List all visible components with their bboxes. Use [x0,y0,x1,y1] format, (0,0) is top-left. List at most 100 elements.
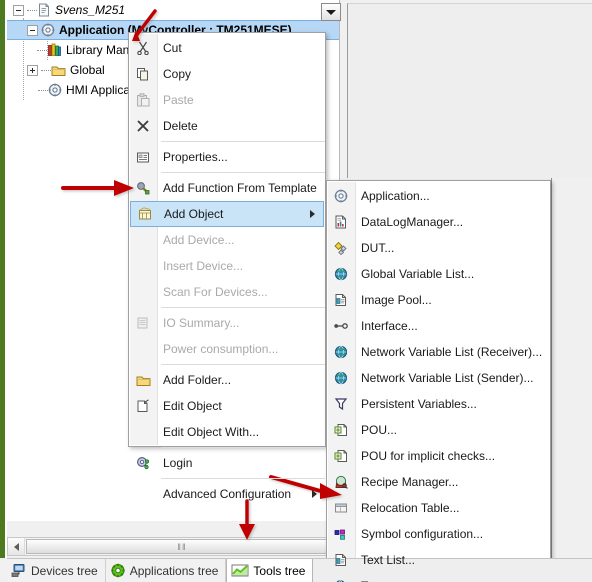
submenu-item-pou-implicit-checks[interactable]: POU for implicit checks... [327,443,550,469]
pou-icon [332,421,350,439]
expander-plus-icon[interactable] [27,64,38,76]
menu-separator [161,307,325,308]
submenu-arrow-icon [310,210,315,218]
submenu-item-global-variable-list-label: Global Variable List... [361,267,475,281]
tab-applications-tree[interactable]: Applications tree [105,559,227,582]
trace-icon [332,577,350,582]
relocation-icon [332,499,350,517]
menu-separator [161,141,325,142]
library-manager-icon [47,43,62,57]
globe-icon [332,369,350,387]
submenu-item-datalogmanager[interactable]: DataLogManager... [327,209,550,235]
io-summary-icon [134,314,152,332]
submenu-item-application[interactable]: Application... [327,183,550,209]
symbol-config-icon [332,525,350,543]
folder-icon [134,371,152,389]
menu-item-insert-device: Insert Device... [129,253,325,279]
background-editor-pane [347,3,592,178]
scroll-thumb[interactable]: ‖‖ [26,539,338,554]
persistent-icon [332,395,350,413]
submenu-item-network-variable-list-receiver-label: Network Variable List (Receiver)... [361,345,543,359]
tree-item-global-label: Global [70,63,105,77]
tree-connector [27,9,37,11]
menu-separator [161,364,325,365]
project-icon [37,3,51,17]
menu-separator [161,478,325,479]
menu-item-add-folder-label: Add Folder... [163,373,232,387]
menu-item-advanced-configuration[interactable]: Advanced Configuration [129,481,325,507]
submenu-item-dut-label: DUT... [361,241,395,255]
menu-item-delete-label: Delete [163,119,198,133]
menu-item-edit-object[interactable]: Edit Object [129,393,325,419]
interface-icon [332,317,350,335]
copy-icon [134,65,152,83]
edit-object-icon [134,397,152,415]
submenu-item-interface-label: Interface... [361,319,418,333]
tab-devices-tree[interactable]: Devices tree [7,559,106,582]
menu-item-delete[interactable]: Delete [129,113,325,139]
tree-view-dropdown-button[interactable] [321,3,341,21]
menu-item-io-summary-label: IO Summary... [163,316,240,330]
menu-item-edit-object-with[interactable]: Edit Object With... [129,419,325,445]
submenu-item-pou[interactable]: POU... [327,417,550,443]
submenu-item-relocation-table[interactable]: Relocation Table... [327,495,550,521]
application-context-menu[interactable]: Cut Copy Paste Delete Properties... Add … [128,32,326,501]
tree-connector [41,69,51,71]
menu-item-add-folder[interactable]: Add Folder... [129,367,325,393]
menu-item-paste-label: Paste [163,93,194,107]
submenu-item-trace[interactable]: Trace... [327,573,550,582]
text-list-icon [332,551,350,569]
pou-icon [332,447,350,465]
applications-tree-icon [110,563,126,578]
scroll-left-button[interactable] [8,538,25,555]
menu-item-add-device: Add Device... [129,227,325,253]
menu-item-login[interactable]: Login [129,450,325,476]
menu-item-copy-label: Copy [163,67,192,81]
menu-item-edit-object-label: Edit Object [163,399,222,413]
menu-item-add-object[interactable]: Add Object [130,201,324,227]
menu-item-scan-for-devices: Scan For Devices... [129,279,325,305]
submenu-item-recipe-manager[interactable]: Recipe Manager... [327,469,550,495]
application-icon [48,83,62,97]
devices-tree-icon [11,563,27,578]
submenu-item-image-pool[interactable]: Image Pool... [327,287,550,313]
tab-tools-tree[interactable]: Tools tree [226,559,314,582]
menu-item-scan-for-devices-label: Scan For Devices... [163,285,268,299]
submenu-item-global-variable-list[interactable]: Global Variable List... [327,261,550,287]
submenu-item-persistent-variables[interactable]: Persistent Variables... [327,391,550,417]
chevron-left-icon [13,542,19,551]
coded-ide-window: = Map cycle set ‖‖ Svens_M251 [0,0,592,582]
background-right-area [552,178,592,582]
submenu-item-text-list[interactable]: Text List... [327,547,550,573]
menu-item-add-object-label: Add Object [164,207,224,221]
menu-item-edit-object-with-label: Edit Object With... [163,425,260,439]
tree-horizontal-scrollbar[interactable]: ‖‖ [7,537,340,556]
submenu-item-network-variable-list-receiver[interactable]: Network Variable List (Receiver)... [327,339,550,365]
submenu-item-symbol-configuration[interactable]: Symbol configuration... [327,521,550,547]
add-object-submenu[interactable]: Application... DataLogManager... DUT... … [326,180,551,582]
menu-item-add-function-from-template[interactable]: Add Function From Template [129,175,325,201]
menu-separator [161,447,325,448]
menu-item-copy[interactable]: Copy [129,61,325,87]
submenu-item-datalogmanager-label: DataLogManager... [361,215,464,229]
menu-item-properties-label: Properties... [163,150,228,164]
submenu-item-network-variable-list-sender[interactable]: Network Variable List (Sender)... [327,365,550,391]
menu-item-insert-device-label: Insert Device... [163,259,244,273]
tab-devices-tree-label: Devices tree [31,563,98,578]
menu-item-power-consumption-label: Power consumption... [163,342,279,356]
menu-item-properties[interactable]: Properties... [129,144,325,170]
tree-item-project[interactable]: Svens_M251 [7,0,339,20]
menu-item-cut[interactable]: Cut [129,35,325,61]
submenu-item-dut[interactable]: DUT... [327,235,550,261]
application-icon [332,187,350,205]
submenu-item-relocation-table-label: Relocation Table... [361,501,460,515]
tools-tree-icon [231,563,249,578]
submenu-item-image-pool-label: Image Pool... [361,293,432,307]
expander-minus-icon[interactable] [27,24,38,36]
menu-item-paste: Paste [129,87,325,113]
submenu-item-interface[interactable]: Interface... [327,313,550,339]
submenu-arrow-icon [312,490,317,498]
expander-minus-icon[interactable] [13,4,24,16]
properties-icon [134,148,152,166]
menu-item-power-consumption: Power consumption... [129,336,325,362]
